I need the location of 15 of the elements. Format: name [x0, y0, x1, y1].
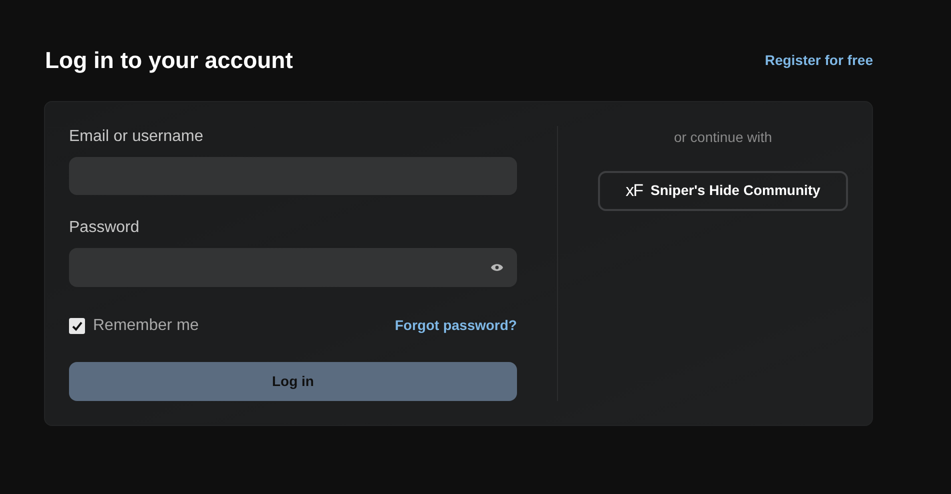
email-field[interactable] [69, 156, 517, 196]
page-title: Log in to your account [45, 46, 293, 75]
field-label: Email or username [69, 126, 204, 146]
provider-button[interactable]: xF Sniper's Hide Community [598, 170, 848, 210]
field-label: Password [69, 218, 140, 238]
password-field[interactable] [69, 248, 517, 287]
section-heading: or continue with [674, 128, 772, 146]
eye-icon[interactable] [491, 263, 503, 272]
checkbox-label: Remember me [93, 316, 199, 336]
login-button[interactable]: Log in [69, 362, 517, 401]
forgot-password-link[interactable]: Forgot password? [394, 315, 517, 336]
provider-label: Sniper's Hide Community [650, 181, 820, 200]
remember-checkbox[interactable] [69, 318, 85, 334]
provider-logo: xF [626, 180, 643, 202]
register-link[interactable]: Register for free [764, 50, 873, 71]
